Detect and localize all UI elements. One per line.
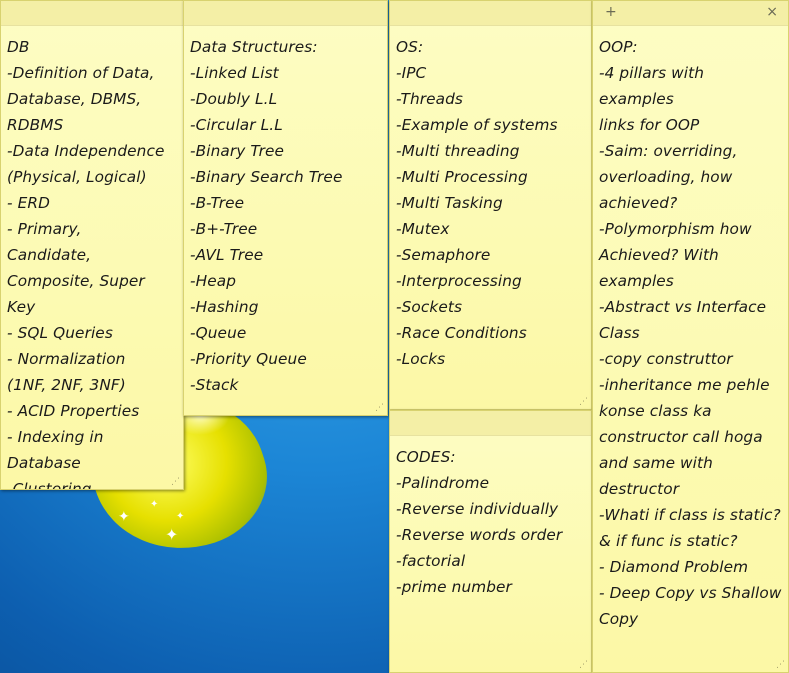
sticky-note-data-structures[interactable]: Data Structures: -Linked List -Doubly L.L -… <box>183 0 388 416</box>
note-line: examples <box>599 90 674 108</box>
sparkle-icon: ✦ <box>176 511 185 522</box>
sparkle-icon: ✦ <box>118 509 130 525</box>
note-line: -factorial <box>396 552 466 570</box>
resize-grip-icon[interactable]: ⋰ <box>776 661 785 670</box>
note-title-bar[interactable] <box>1 1 183 26</box>
note-line: - Normalization <box>7 350 126 368</box>
note-line: -Locks <box>396 350 446 368</box>
note-line: -Multi Processing <box>396 168 528 186</box>
note-line: Composite, Super Key <box>7 272 150 316</box>
note-text-db[interactable]: DB -Definition of Data, Database, DBMS, RDB… <box>1 26 183 490</box>
note-line: OOP: <box>599 38 638 56</box>
note-title-bar[interactable] <box>390 411 591 436</box>
close-note-button[interactable]: × <box>766 4 778 20</box>
note-title-bar[interactable]: + × <box>593 1 788 26</box>
note-line: -Binary Tree <box>190 142 285 160</box>
note-line: DB <box>7 38 30 56</box>
note-line: Database, DBMS, <box>7 90 142 108</box>
note-line: - Indexing in <box>7 428 104 446</box>
resize-grip-icon[interactable]: ⋰ <box>171 478 180 487</box>
note-text-codes[interactable]: CODES: -Palindrome -Reverse individually -R… <box>390 436 591 600</box>
resize-grip-icon[interactable]: ⋰ <box>375 404 384 413</box>
note-line: -Polymorphism how <box>599 220 752 238</box>
add-note-button[interactable]: + <box>605 4 617 20</box>
note-line: -prime number <box>396 578 512 596</box>
resize-grip-icon[interactable]: ⋰ <box>579 398 588 407</box>
note-line: -Reverse words order <box>396 526 563 544</box>
note-line: CODES: <box>396 448 456 466</box>
note-title-bar[interactable] <box>184 1 387 26</box>
note-line: - Diamond Problem <box>599 558 749 576</box>
note-line: -Stack <box>190 376 239 394</box>
note-line: -IPC <box>396 64 427 82</box>
sparkle-icon: ✦ <box>165 525 179 544</box>
note-line: -Circular L.L <box>190 116 283 134</box>
note-line: and same with <box>599 454 713 472</box>
sparkle-icon: ✦ <box>150 499 159 510</box>
note-line: -Reverse individually <box>396 500 559 518</box>
note-line: RDBMS <box>7 116 64 134</box>
note-line: -Race Conditions <box>396 324 527 342</box>
note-line: -Abstract vs Interface <box>599 298 767 316</box>
note-line: -Clustering <box>7 480 92 490</box>
note-line: overloading, how <box>599 168 733 186</box>
note-line: destructor <box>599 480 680 498</box>
note-text-os[interactable]: OS: -IPC -Threads -Example of systems -Multi… <box>390 26 591 372</box>
note-line: -Whati if class is static? <box>599 506 781 524</box>
note-line: -copy construttor <box>599 350 733 368</box>
note-line: -Saim: overriding, <box>599 142 738 160</box>
note-line: -Palindrome <box>396 474 490 492</box>
note-line: -Multi threading <box>396 142 520 160</box>
note-line: links for OOP <box>599 116 700 134</box>
note-line: -B+-Tree <box>190 220 258 238</box>
note-line: Achieved? With <box>599 246 719 264</box>
note-line: Class <box>599 324 640 342</box>
resize-grip-icon[interactable]: ⋰ <box>579 661 588 670</box>
note-line: konse class ka <box>599 402 712 420</box>
note-line: -Semaphore <box>396 246 491 264</box>
note-line: Candidate, <box>7 246 92 264</box>
note-line: -Doubly L.L <box>190 90 278 108</box>
note-line: examples <box>599 272 674 290</box>
note-line: -Interprocessing <box>396 272 522 290</box>
note-line: -B-Tree <box>190 194 245 212</box>
note-line: (Physical, Logical) <box>7 168 147 186</box>
note-line: -Queue <box>190 324 247 342</box>
note-line: constructor call hoga <box>599 428 763 446</box>
note-line: -AVL Tree <box>190 246 264 264</box>
note-line: -Example of systems <box>396 116 558 134</box>
note-line: -Priority Queue <box>190 350 307 368</box>
note-line: Data Structures: <box>190 38 318 56</box>
note-line: -Definition of Data, <box>7 64 155 82</box>
sticky-note-codes[interactable]: CODES: -Palindrome -Reverse individually -R… <box>389 410 592 673</box>
note-line: - SQL Queries <box>7 324 113 342</box>
note-line: (1NF, 2NF, 3NF) <box>7 376 126 394</box>
note-text-oop[interactable]: OOP: -4 pillars with examples links for OOP… <box>593 26 788 632</box>
note-title-bar[interactable] <box>390 1 591 26</box>
note-line: -Hashing <box>190 298 259 316</box>
note-text-data-structures[interactable]: Data Structures: -Linked List -Doubly L.L -… <box>184 26 387 398</box>
note-line: -Threads <box>396 90 463 108</box>
note-line: Database <box>7 454 81 472</box>
note-line: -Mutex <box>396 220 450 238</box>
note-line: -Data Independence <box>7 142 165 160</box>
note-line: -Multi Tasking <box>396 194 503 212</box>
sticky-note-oop[interactable]: + × OOP: -4 pillars with examples links for… <box>592 0 789 673</box>
note-line: -4 pillars with <box>599 64 705 82</box>
note-line: Copy <box>599 610 639 628</box>
note-line: -Binary Search Tree <box>190 168 343 186</box>
note-line: - ERD <box>7 194 50 212</box>
note-line: - Primary, <box>7 220 82 238</box>
note-line: - ACID Properties <box>7 402 140 420</box>
sticky-note-os[interactable]: OS: -IPC -Threads -Example of systems -Multi… <box>389 0 592 410</box>
note-line: -inheritance me pehle <box>599 376 770 394</box>
note-line: achieved? <box>599 194 678 212</box>
note-line: -Sockets <box>396 298 463 316</box>
note-line: -Linked List <box>190 64 279 82</box>
note-line: OS: <box>396 38 424 56</box>
note-line: -Heap <box>190 272 237 290</box>
note-line: - Deep Copy vs Shallow <box>599 584 782 602</box>
note-line: & if func is static? <box>599 532 738 550</box>
sticky-note-db[interactable]: DB -Definition of Data, Database, DBMS, RDB… <box>0 0 184 490</box>
